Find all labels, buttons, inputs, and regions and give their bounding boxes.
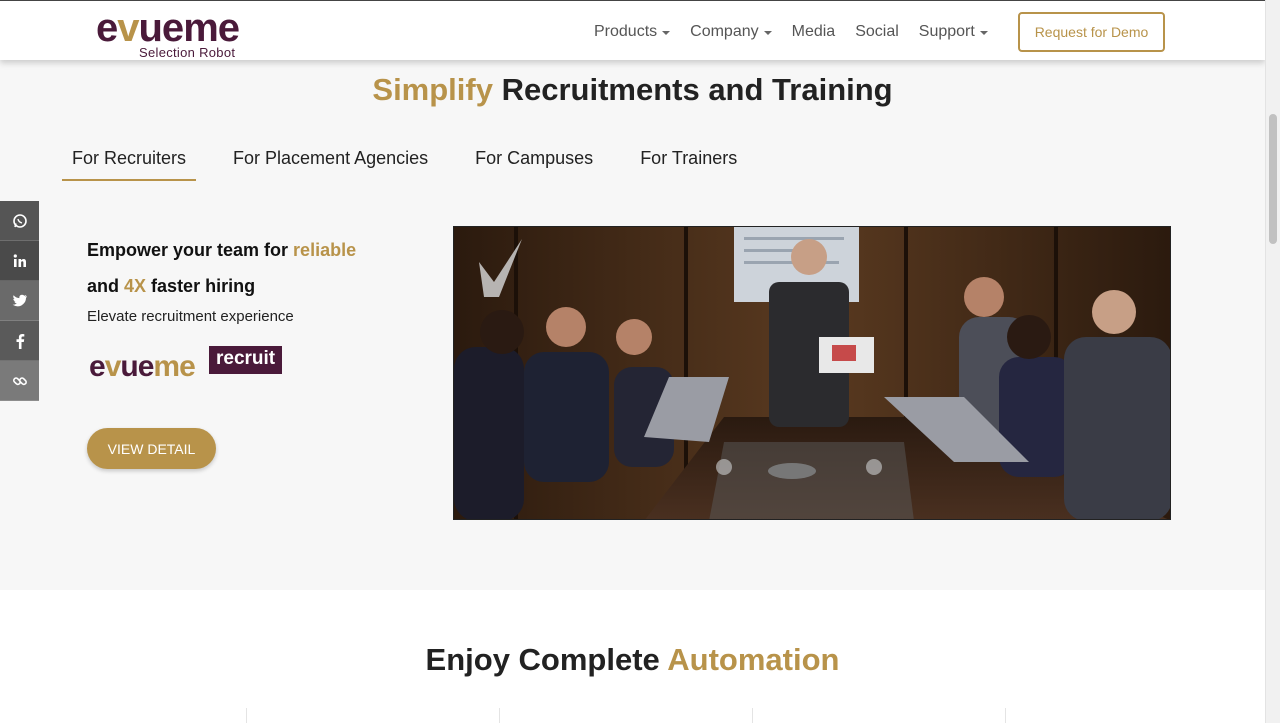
meeting-photo (453, 226, 1171, 520)
caret-down-icon (763, 31, 772, 35)
hero-title: Simplify Recruitments and Training (372, 72, 893, 107)
feature-card-edge (499, 708, 500, 723)
nav-support[interactable]: Support (919, 21, 988, 43)
view-detail-button[interactable]: VIEW DETAIL (87, 428, 216, 469)
twitter-icon (12, 294, 27, 306)
copy-link-button[interactable] (0, 361, 39, 401)
scrollbar-thumb[interactable] (1269, 114, 1277, 244)
tab-campuses[interactable]: For Campuses (465, 142, 603, 181)
meeting-illustration (454, 227, 1170, 519)
social-share-bar (0, 201, 39, 401)
product-wordmark: evueme (89, 350, 196, 383)
feature-card-edge (246, 708, 247, 723)
audience-tabs: For Recruiters For Placement Agencies Fo… (62, 142, 774, 181)
recruiters-panel: Empower your team for reliable and 4X fa… (87, 232, 427, 469)
recruit-badge: recruit (209, 346, 283, 374)
nav-media[interactable]: Media (792, 21, 836, 43)
nav-products[interactable]: Products (594, 21, 671, 43)
panel-headline: Empower your team for reliable and 4X fa… (87, 240, 357, 296)
nav-company[interactable]: Company (690, 21, 772, 43)
logo-wordmark: evueme (96, 6, 240, 50)
panel-subline: Elevate recruitment experience (87, 308, 294, 325)
linkedin-icon (13, 253, 26, 267)
tab-placement-agencies[interactable]: For Placement Agencies (223, 142, 438, 181)
whatsapp-share-button[interactable] (0, 201, 39, 241)
request-demo-button[interactable]: Request for Demo (1018, 12, 1165, 52)
whatsapp-icon (12, 213, 27, 228)
twitter-share-button[interactable] (0, 281, 39, 321)
page-scrollbar[interactable] (1265, 0, 1280, 723)
tab-recruiters[interactable]: For Recruiters (62, 142, 197, 181)
site-header: evueme Selection Robot Products Company … (0, 0, 1265, 60)
automation-title: Enjoy Complete Automation (425, 642, 840, 677)
facebook-icon (16, 333, 24, 349)
facebook-share-button[interactable] (0, 321, 39, 361)
nav-social[interactable]: Social (855, 21, 899, 43)
evueme-logo[interactable]: evueme Selection Robot (96, 6, 246, 60)
logo-tagline: Selection Robot (139, 45, 236, 60)
feature-card-edge (752, 708, 753, 723)
link-icon (12, 376, 27, 385)
automation-section: Enjoy Complete Automation (0, 590, 1265, 723)
feature-card-edge (1005, 708, 1006, 723)
evueme-recruit-logo: evueme recruit (87, 346, 287, 386)
caret-down-icon (662, 31, 671, 35)
tab-trainers[interactable]: For Trainers (630, 142, 747, 181)
main-nav: Products Company Media Social Support (594, 21, 988, 43)
linkedin-share-button[interactable] (0, 241, 39, 281)
caret-down-icon (979, 31, 988, 35)
